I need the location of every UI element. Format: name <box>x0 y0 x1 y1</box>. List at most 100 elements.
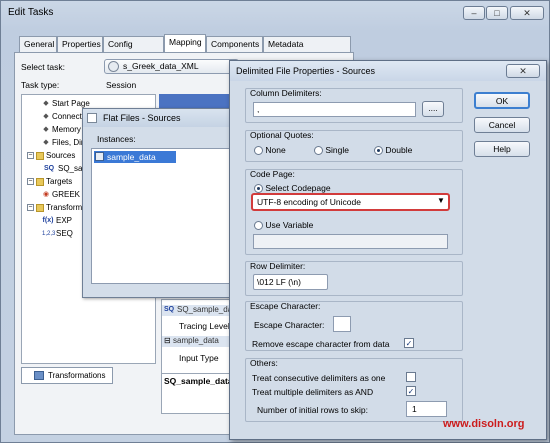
session-icon <box>108 61 119 72</box>
diamond-icon: ◆ <box>43 125 49 133</box>
escape-group-label: Escape Character: <box>250 301 321 311</box>
tree-item-exp[interactable]: f(x) EXP <box>42 215 72 226</box>
select-codepage-option[interactable]: Select Codepage <box>254 183 331 194</box>
tab-general[interactable]: General <box>19 36 57 52</box>
delimited-title: Delimited File Properties - Sources <box>236 66 376 76</box>
treat-consecutive-checkbox[interactable] <box>406 372 416 382</box>
transformations-tab-label: Transformations <box>48 371 106 380</box>
tree-item-memory[interactable]: ◆ Memory <box>42 124 81 135</box>
tree-item-label: Start Page <box>52 99 90 108</box>
radio-single[interactable] <box>314 146 323 156</box>
tab-metadata-extensions[interactable]: Metadata Extensions <box>263 36 351 63</box>
sample-node-label: sample_data <box>173 336 219 345</box>
tracing-level-label: Tracing Level <box>179 321 230 331</box>
radio-select-codepage[interactable] <box>254 184 263 194</box>
instances-label: Instances: <box>97 134 136 144</box>
tree-item-greek[interactable]: ◉ GREEK <box>42 189 80 200</box>
target-icon: ◉ <box>42 190 50 198</box>
delimited-file-properties-dialog: Delimited File Properties - Sources ✕ Co… <box>229 60 547 440</box>
expression-icon: f(x) <box>42 216 54 224</box>
remove-escape-label: Remove escape character from data <box>252 339 390 349</box>
tree-item-label: Targets <box>46 177 73 186</box>
flat-files-title: Flat Files - Sources <box>103 113 181 123</box>
tab-mapping[interactable]: Mapping <box>164 34 206 52</box>
tree-item-targets[interactable]: – Targets <box>27 176 72 187</box>
escape-character-input[interactable] <box>333 316 351 332</box>
expand-icon[interactable]: ⊟ <box>164 336 171 345</box>
collapse-icon[interactable]: – <box>27 152 34 160</box>
source-qualifier-icon: SQ <box>164 306 175 313</box>
ok-button[interactable]: OK <box>474 92 530 109</box>
window-title: Edit Tasks <box>8 7 54 18</box>
row-delimiter-select[interactable]: \012 LF (\n) <box>253 274 328 290</box>
instances-list: sample_data <box>91 148 231 284</box>
tab-properties[interactable]: Properties <box>57 36 103 52</box>
initial-rows-input[interactable]: 1 <box>406 401 447 417</box>
tree-item-label: GREEK <box>52 190 81 199</box>
tab-config-object[interactable]: Config Object <box>103 36 164 63</box>
tree-item-label: Sources <box>46 151 76 160</box>
diamond-icon: ◆ <box>43 112 49 120</box>
remove-escape-checkbox[interactable]: ✓ <box>404 338 414 348</box>
column-delimiters-value: , <box>257 104 260 114</box>
minimize-button[interactable]: – <box>463 6 485 20</box>
tree-item-sources[interactable]: – Sources <box>27 150 75 161</box>
dialog-icon <box>87 113 97 123</box>
escape-character-label: Escape Character: <box>254 320 325 330</box>
close-button[interactable]: ✕ <box>510 6 544 20</box>
task-type-value: Session <box>106 80 137 90</box>
quote-double-option[interactable]: Double <box>374 145 413 156</box>
initial-rows-value: 1 <box>412 404 417 414</box>
collapse-icon[interactable]: – <box>27 178 34 186</box>
use-variable-input[interactable] <box>253 234 448 249</box>
collapse-icon[interactable]: – <box>27 204 34 212</box>
column-delimiters-input[interactable]: , <box>253 102 416 117</box>
folder-icon <box>36 151 44 160</box>
quote-single-option[interactable]: Single <box>314 145 350 156</box>
tree-item-seq[interactable]: 1,2,3SEQ <box>42 228 73 239</box>
radio-double[interactable] <box>374 146 383 156</box>
delimited-titlebar: Delimited File Properties - Sources ✕ <box>230 61 546 81</box>
transformations-tab[interactable]: Transformations <box>21 367 113 384</box>
radio-none[interactable] <box>254 146 263 156</box>
diamond-icon: ◆ <box>43 99 49 107</box>
tab-components[interactable]: Components <box>206 36 263 52</box>
transformations-icon <box>34 371 44 380</box>
sequence-icon: 1,2,3 <box>42 230 56 237</box>
treat-multiple-checkbox[interactable]: ✓ <box>406 386 416 396</box>
flat-files-dialog: Flat Files - Sources Instances: sample_d… <box>82 108 240 298</box>
chevron-down-icon[interactable]: ▼ <box>437 196 445 205</box>
treat-multiple-label: Treat multiple delimiters as AND <box>252 387 374 397</box>
maximize-button[interactable]: □ <box>486 6 508 20</box>
quote-single-label: Single <box>325 145 350 155</box>
list-item[interactable]: sample_data <box>94 151 176 163</box>
row-delimiter-value: \012 LF (\n) <box>257 277 301 287</box>
quote-none-option[interactable]: None <box>254 145 286 156</box>
source-file-icon <box>95 152 104 161</box>
tree-item-label: SEQ <box>56 229 73 238</box>
folder-icon <box>36 203 44 212</box>
instance-label: sample_data <box>107 152 156 162</box>
select-task-label: Select task: <box>21 62 65 72</box>
help-button[interactable]: Help <box>474 141 530 157</box>
watermark: www.disoln.org <box>443 418 525 430</box>
others-label: Others: <box>250 358 278 368</box>
diamond-icon: ◆ <box>43 138 49 146</box>
tree-item-label: EXP <box>56 216 73 225</box>
treat-consecutive-label: Treat consecutive delimiters as one <box>252 373 386 383</box>
dialog-close-button[interactable]: ✕ <box>506 64 540 78</box>
select-task-dropdown[interactable]: s_Greek_data_XML <box>104 59 239 74</box>
quote-none-label: None <box>265 145 286 155</box>
quote-double-label: Double <box>385 145 413 155</box>
browse-delimiters-button[interactable]: .... <box>422 101 444 117</box>
select-codepage-label: Select Codepage <box>265 183 331 193</box>
flat-files-titlebar: Flat Files - Sources <box>83 109 239 127</box>
codepage-select[interactable]: UTF-8 encoding of Unicode ▼ <box>251 193 450 211</box>
use-variable-option[interactable]: Use Variable <box>254 220 313 231</box>
cancel-button[interactable]: Cancel <box>474 117 530 133</box>
source-qualifier-icon: SQ <box>43 164 55 172</box>
properties-bottom-label: SQ_sample_data <box>164 376 233 386</box>
column-delimiters-label: Column Delimiters: <box>250 88 322 98</box>
task-type-label: Task type: <box>21 80 60 90</box>
radio-use-variable[interactable] <box>254 221 263 231</box>
